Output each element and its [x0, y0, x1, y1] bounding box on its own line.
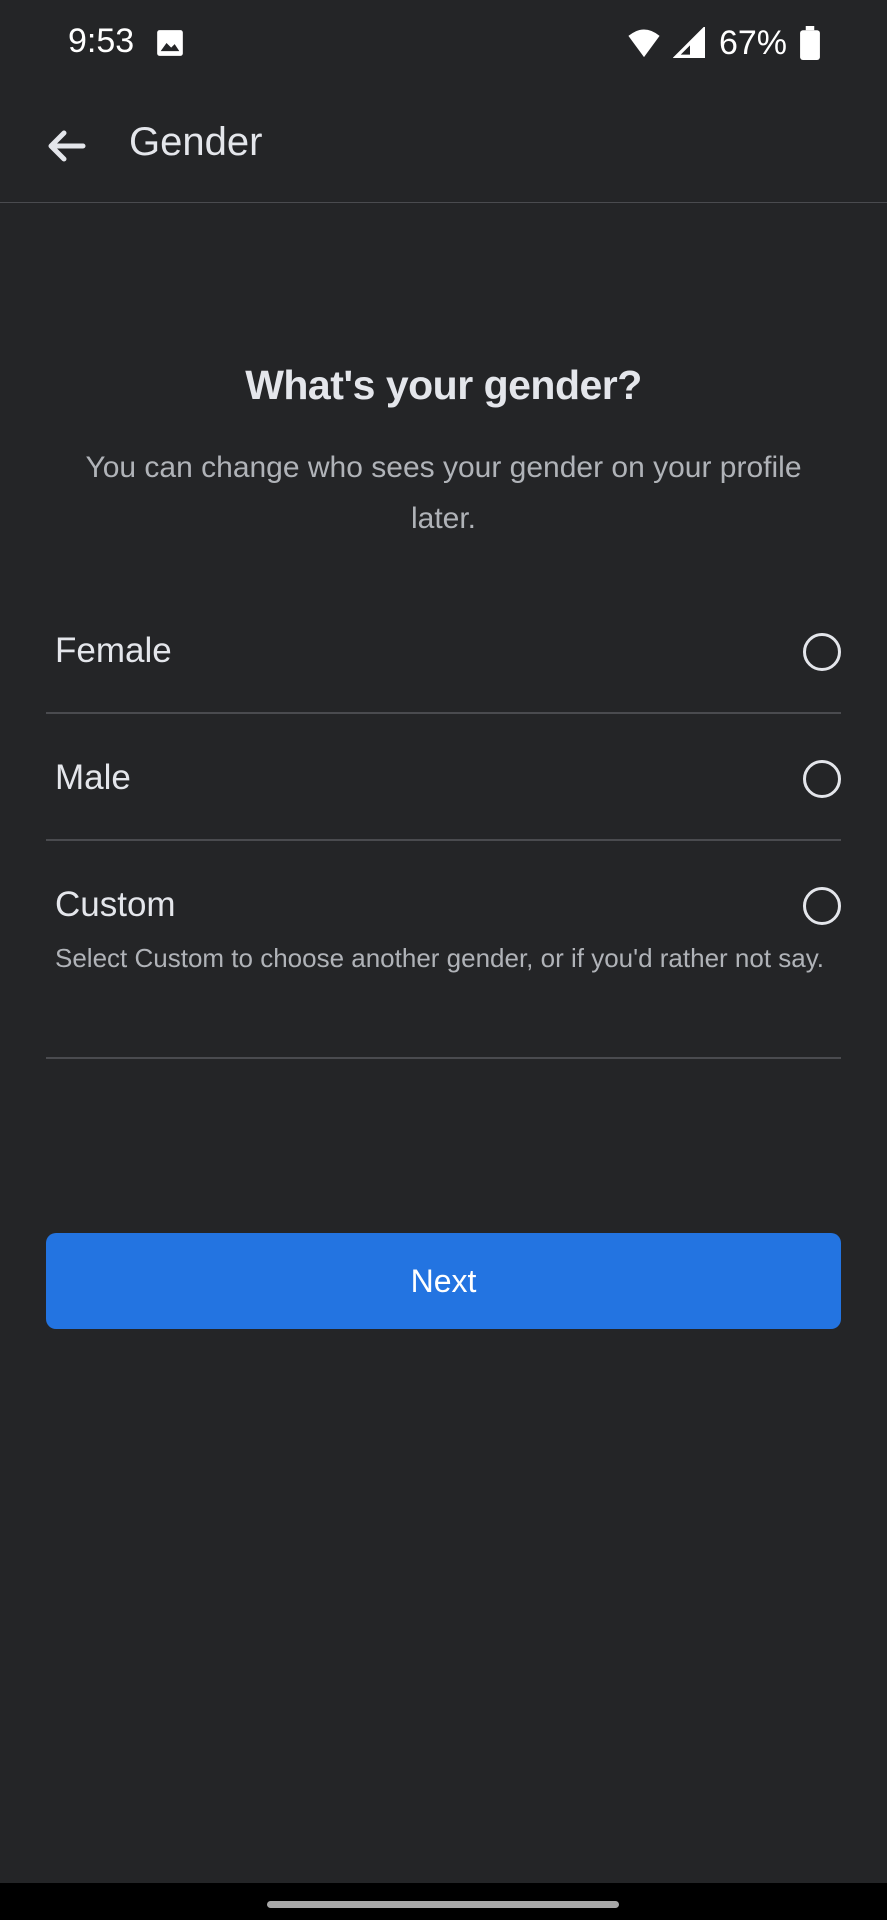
arrow-left-icon: [48, 130, 86, 162]
navigation-bar: [0, 1883, 887, 1920]
signal-icon: [672, 27, 705, 58]
radio-female[interactable]: [803, 633, 841, 671]
page-title: Gender: [129, 120, 263, 164]
gender-screen: 9:53 67% Gender What's your gender? You …: [0, 0, 887, 1920]
option-label: Male: [55, 758, 131, 797]
image-icon: [157, 30, 183, 56]
battery-icon: [800, 26, 820, 60]
option-label: Custom: [55, 885, 176, 924]
app-bar: Gender: [0, 86, 887, 203]
custom-hint-text: Select Custom to choose another gender, …: [55, 943, 825, 973]
question-heading: What's your gender?: [245, 362, 642, 408]
battery-percent: 67%: [718, 23, 787, 62]
status-indicators: 67%: [627, 22, 821, 64]
status-bar: 9:53 67%: [0, 0, 887, 86]
radio-custom[interactable]: [803, 887, 841, 925]
back-button[interactable]: [36, 116, 96, 176]
option-male[interactable]: Male: [46, 714, 841, 841]
question-subheading: You can change who sees your gender on y…: [85, 451, 802, 535]
option-female[interactable]: Female: [46, 587, 841, 714]
status-time: 9:53: [68, 22, 135, 60]
wifi-icon: [628, 29, 660, 58]
next-button[interactable]: Next: [46, 1233, 841, 1329]
radio-male[interactable]: [803, 760, 841, 798]
option-custom[interactable]: Custom Select Custom to choose another g…: [46, 841, 841, 1059]
option-label: Female: [55, 631, 172, 670]
home-indicator[interactable]: [267, 1901, 619, 1908]
